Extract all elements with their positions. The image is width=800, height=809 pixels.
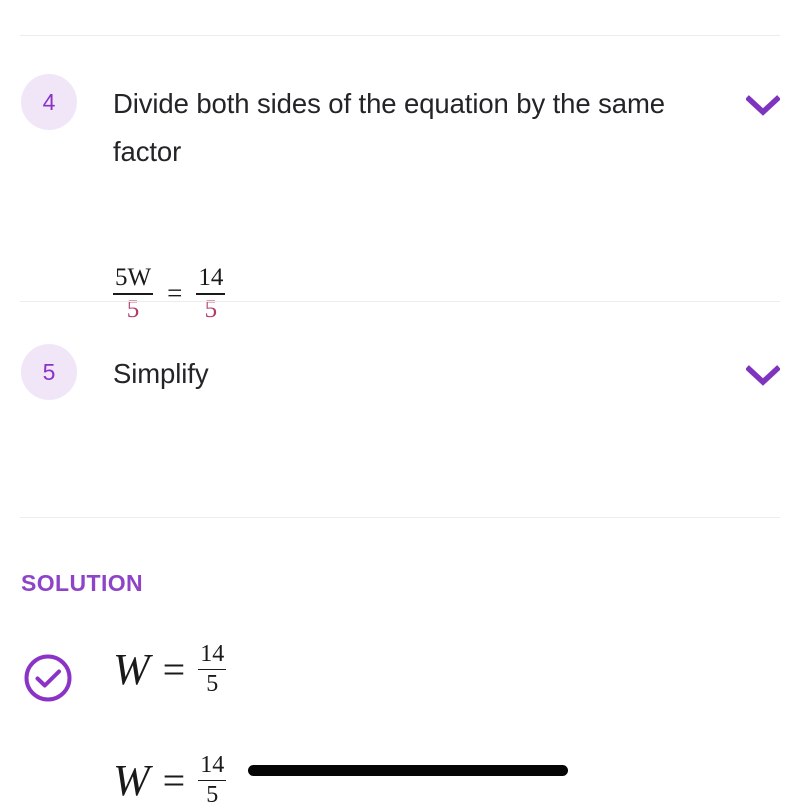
check-circle-icon xyxy=(22,652,74,704)
equals-sign: = xyxy=(162,647,186,693)
divider-before-solution xyxy=(20,517,780,518)
fraction-result: 14 5 xyxy=(198,752,227,809)
fraction-solution: 14 5 xyxy=(198,641,227,698)
step-4-equation: 5W 5 = 14 5 xyxy=(113,264,226,324)
fraction-result-bar xyxy=(198,779,227,782)
step-5-title: Simplify xyxy=(113,358,209,389)
solution-equation: W = 14 5 xyxy=(113,641,227,698)
divider-top xyxy=(20,35,780,36)
fraction-right: 14 5 xyxy=(196,264,226,324)
fraction-left: 5W 5 xyxy=(113,264,154,324)
equals-sign: = xyxy=(167,278,183,309)
fraction-right-denominator: 5 xyxy=(204,295,218,323)
variable-w: W xyxy=(113,755,150,805)
fraction-left-numerator: 5W xyxy=(115,264,152,291)
fraction-left-bar xyxy=(113,293,154,295)
fraction-right-numerator: 14 xyxy=(198,264,224,291)
fraction-result-denominator: 5 xyxy=(206,782,219,809)
solver-steps-page: 4 Divide both sides of the equation by t… xyxy=(0,0,800,808)
variable-w: W xyxy=(113,644,150,694)
solution-label: SOLUTION xyxy=(21,570,144,596)
step-5-number-badge: 5 xyxy=(21,344,77,400)
step-4-number-badge: 4 xyxy=(21,74,77,130)
step-5-equation: W = 14 5 xyxy=(113,752,227,809)
step-4-title: Divide both sides of the equation by the… xyxy=(113,88,665,167)
fraction-right-bar xyxy=(196,293,226,295)
chevron-down-icon[interactable] xyxy=(741,84,785,128)
fraction-solution-denominator: 5 xyxy=(206,671,219,698)
equals-sign: = xyxy=(162,758,186,804)
fraction-solution-numerator: 14 xyxy=(200,641,225,667)
home-indicator[interactable] xyxy=(248,765,568,776)
chevron-down-icon[interactable] xyxy=(741,354,785,398)
fraction-left-denominator: 5 xyxy=(126,295,140,323)
divider-between-steps xyxy=(20,301,780,302)
fraction-solution-bar xyxy=(198,668,227,671)
fraction-result-numerator: 14 xyxy=(200,752,225,778)
